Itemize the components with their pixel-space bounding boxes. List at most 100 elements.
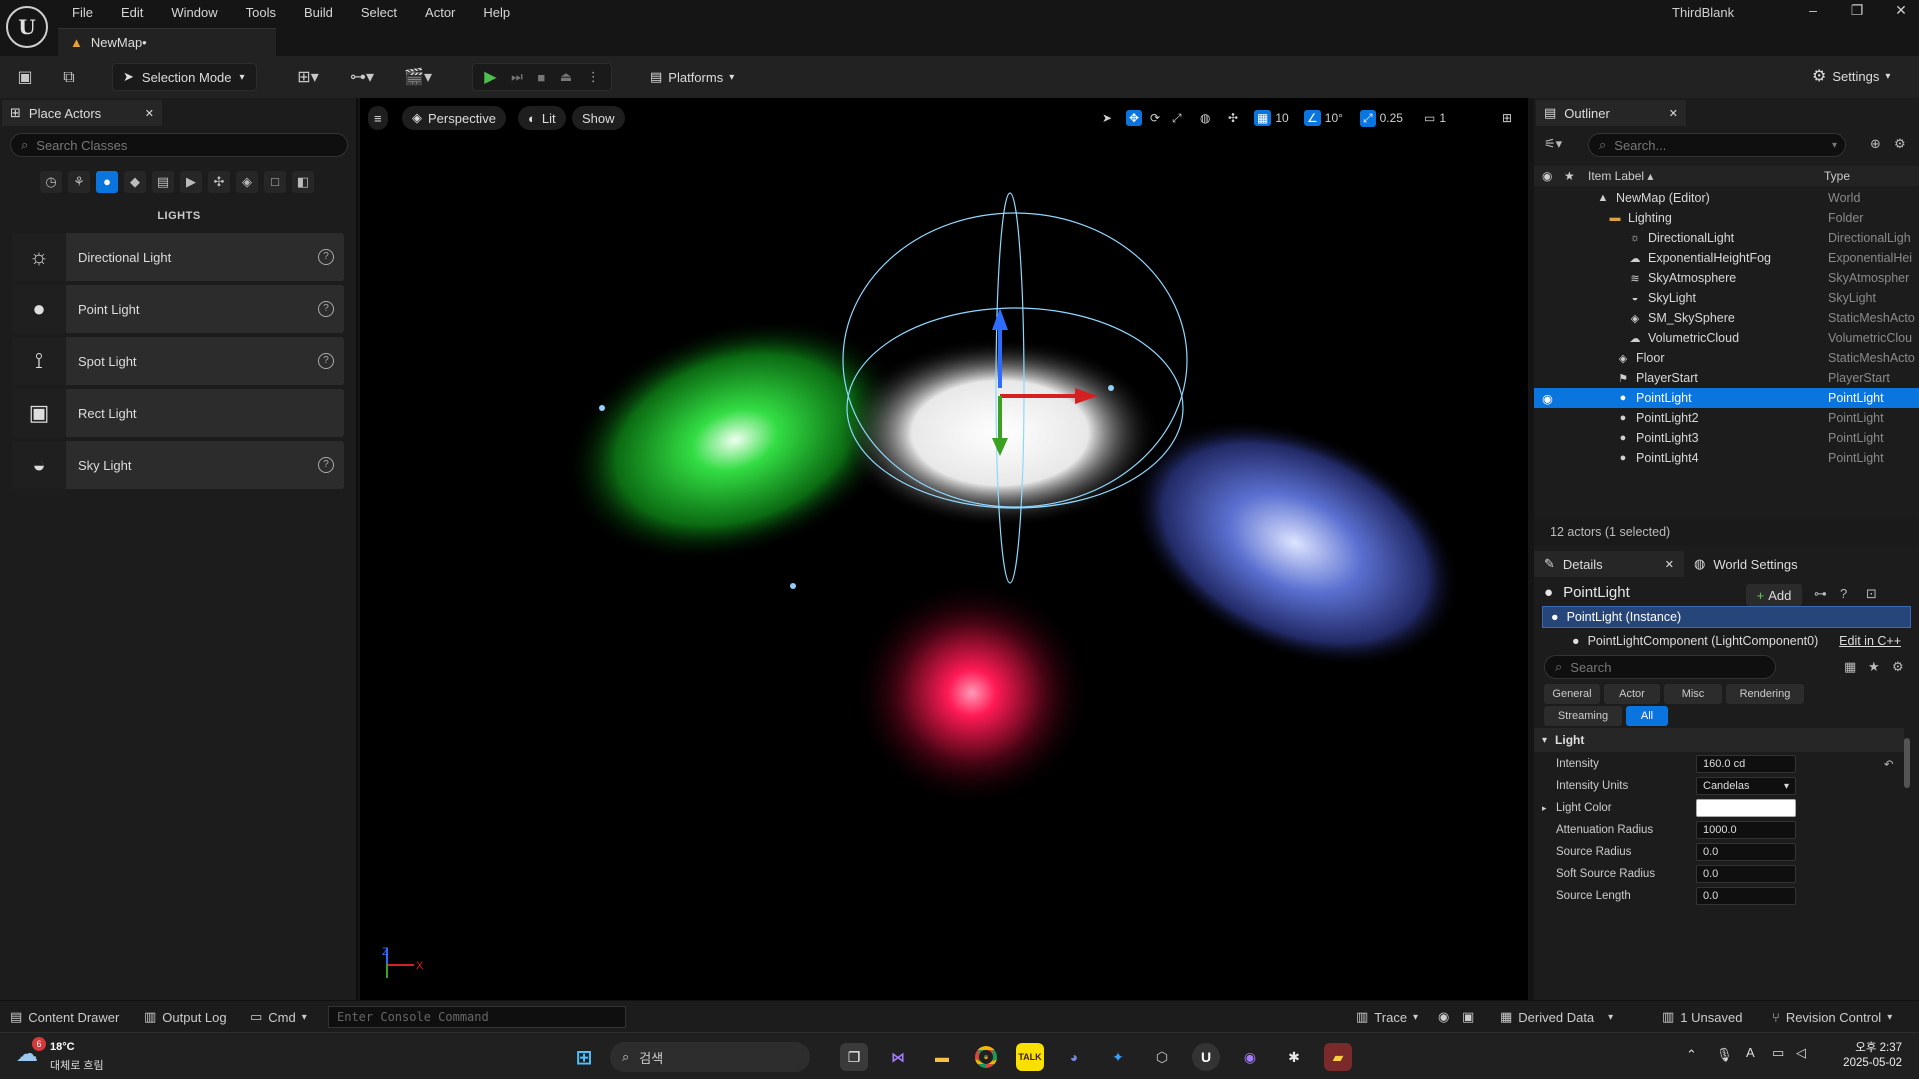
camera-speed-button[interactable]: ▭ 1 bbox=[1424, 108, 1446, 128]
geometry-icon[interactable]: ✣ bbox=[208, 171, 230, 193]
world-space-icon[interactable]: ◍ bbox=[1200, 108, 1210, 128]
world-settings-tab[interactable]: ◍ World Settings bbox=[1684, 551, 1808, 577]
chrome-icon[interactable] bbox=[972, 1043, 1000, 1071]
settings-dropdown[interactable]: ⚙ Settings ▾ bbox=[1812, 66, 1890, 86]
search-classes-input[interactable]: ⌕ Search Classes bbox=[10, 133, 348, 157]
perspective-dropdown[interactable]: ◈ Perspective bbox=[402, 106, 506, 130]
star-icon[interactable]: ★ bbox=[1868, 659, 1880, 675]
outliner-row[interactable]: ☼ DirectionalLight DirectionalLigh bbox=[1534, 228, 1919, 248]
ime-icon[interactable]: A bbox=[1746, 1045, 1755, 1060]
output-log-button[interactable]: ▥ Output Log bbox=[144, 1001, 227, 1033]
filter-misc-button[interactable]: Misc bbox=[1664, 684, 1722, 704]
blueprint-icon[interactable]: ⊶▾ bbox=[342, 65, 382, 91]
shapes-icon[interactable]: ◆ bbox=[124, 171, 146, 193]
tray-chevron-icon[interactable]: ⌃ bbox=[1686, 1047, 1697, 1063]
details-scrollbar[interactable] bbox=[1904, 738, 1910, 788]
save-icon[interactable]: ▣ bbox=[12, 65, 38, 91]
menu-build[interactable]: Build bbox=[290, 3, 347, 23]
rotate-tool-icon[interactable]: ⟳ bbox=[1150, 108, 1160, 128]
weather-widget[interactable]: ☁ 6 bbox=[16, 1037, 46, 1071]
unreal-engine-icon[interactable]: U bbox=[1192, 1043, 1220, 1071]
lock-icon[interactable]: ⊡ bbox=[1866, 586, 1877, 602]
close-tab-icon[interactable]: ✕ bbox=[1665, 558, 1674, 571]
more-options-icon[interactable]: ⋮ bbox=[587, 69, 600, 85]
actor-sky-light[interactable]: ◒ Sky Light ? bbox=[12, 441, 344, 489]
filter-rendering-button[interactable]: Rendering bbox=[1726, 684, 1804, 704]
volume-icon[interactable]: ◁ bbox=[1796, 1045, 1806, 1061]
menu-edit[interactable]: Edit bbox=[107, 3, 157, 23]
visibility-eye-icon[interactable]: ◉ bbox=[1542, 391, 1553, 406]
menu-help[interactable]: Help bbox=[469, 3, 524, 23]
close-tab-icon[interactable]: ✕ bbox=[145, 107, 154, 120]
actor-directional-light[interactable]: ☼ Directional Light ? bbox=[12, 233, 344, 281]
component-instance-row[interactable]: ● PointLight (Instance) bbox=[1542, 606, 1911, 628]
outliner-row[interactable]: ● PointLight3 PointLight bbox=[1534, 428, 1919, 448]
level-viewport[interactable]: ≡ ◈ Perspective ◐ Lit Show ➤ ✥ ⟳ ⤢ ◍ ✣ ▦… bbox=[360, 98, 1528, 1000]
expand-arrow-icon[interactable]: ▸ bbox=[1542, 803, 1547, 814]
console-command-input[interactable]: Enter Console Command bbox=[328, 1006, 626, 1028]
outliner-row[interactable]: ▬ Lighting Folder bbox=[1534, 208, 1919, 228]
content-drawer-button[interactable]: ▤ Content Drawer bbox=[10, 1001, 119, 1033]
platforms-dropdown[interactable]: ▤ Platforms ▾ bbox=[640, 63, 744, 91]
attenuation-radius-field[interactable]: 1000.0 bbox=[1696, 821, 1796, 839]
menu-actor[interactable]: Actor bbox=[411, 3, 469, 23]
revision-control-dropdown[interactable]: ⑂ Revision Control ▾ bbox=[1772, 1001, 1892, 1033]
step-icon[interactable]: ⏭ bbox=[511, 69, 523, 85]
add-component-button[interactable]: + Add bbox=[1746, 584, 1802, 606]
visual-effects-icon[interactable]: ▶ bbox=[180, 171, 202, 193]
scale-tool-icon[interactable]: ⤢ bbox=[1172, 108, 1182, 128]
play-icon[interactable]: ▶ bbox=[484, 67, 496, 87]
add-actor-icon[interactable]: ⊞▾ bbox=[288, 65, 328, 91]
derived-data-dropdown[interactable]: ▦ Derived Data ▾ bbox=[1500, 1001, 1613, 1033]
component-row[interactable]: ● PointLightComponent (LightComponent0) … bbox=[1542, 630, 1911, 652]
outliner-row-selected[interactable]: ◉ ● PointLight PointLight bbox=[1534, 388, 1919, 408]
clock-time[interactable]: 오후 2:37 bbox=[1836, 1039, 1902, 1055]
gear-icon[interactable]: ⚙ bbox=[1894, 136, 1906, 152]
translate-tool-icon[interactable]: ✥ bbox=[1126, 108, 1143, 128]
light-section-header[interactable]: ▾ Light bbox=[1534, 728, 1904, 752]
filter-streaming-button[interactable]: Streaming bbox=[1544, 706, 1622, 726]
help-icon[interactable]: ? bbox=[318, 457, 334, 473]
viewport-menu-button[interactable]: ≡ bbox=[368, 106, 388, 130]
cmd-dropdown[interactable]: ▭ Cmd ▾ bbox=[250, 1001, 307, 1033]
content-browser-icon[interactable]: ⧉ bbox=[56, 65, 82, 91]
intensity-field[interactable]: 160.0 cd bbox=[1696, 755, 1796, 773]
menu-select[interactable]: Select bbox=[347, 3, 411, 23]
details-tab[interactable]: ✎ Details ✕ bbox=[1534, 551, 1684, 577]
network-icon[interactable]: ▭ bbox=[1772, 1045, 1784, 1061]
selection-mode-dropdown[interactable]: ➤ Selection Mode ▾ bbox=[112, 63, 257, 91]
filter-actor-button[interactable]: Actor bbox=[1604, 684, 1660, 704]
taskbar-search[interactable]: ⌕ 검색 bbox=[610, 1042, 810, 1072]
outliner-search-input[interactable]: ⌕ Search... ▾ bbox=[1588, 133, 1846, 157]
cinematics-icon[interactable]: 🎬▾ bbox=[398, 65, 438, 91]
stop-icon[interactable]: ■ bbox=[537, 70, 545, 85]
filter-all-button[interactable]: All bbox=[1626, 706, 1668, 726]
restore-button[interactable]: ❐ bbox=[1842, 2, 1872, 22]
github-desktop-icon[interactable]: ◉ bbox=[1236, 1043, 1264, 1071]
intensity-units-select[interactable]: Candelas bbox=[1696, 777, 1796, 795]
cinematic-icon[interactable]: ▤ bbox=[152, 171, 174, 193]
source-radius-field[interactable]: 0.0 bbox=[1696, 843, 1796, 861]
layout-icon[interactable]: ⊞ bbox=[1502, 108, 1512, 128]
unreal-logo-icon[interactable]: U bbox=[6, 6, 48, 48]
light-color-swatch[interactable] bbox=[1696, 799, 1796, 817]
place-actors-tab[interactable]: ⊞ Place Actors ✕ bbox=[2, 100, 162, 126]
source-length-field[interactable]: 0.0 bbox=[1696, 887, 1796, 905]
screenshot-icon[interactable]: ▣ bbox=[1462, 1001, 1474, 1033]
record-icon[interactable]: ◉ bbox=[1438, 1001, 1449, 1033]
outliner-row[interactable]: ⚑ PlayerStart PlayerStart bbox=[1534, 368, 1919, 388]
blueprint-icon[interactable]: ⊶ bbox=[1814, 586, 1827, 602]
help-icon[interactable]: ? bbox=[318, 249, 334, 265]
outliner-row[interactable]: ● PointLight4 PointLight bbox=[1534, 448, 1919, 468]
outliner-tab[interactable]: ▤ Outliner ✕ bbox=[1536, 100, 1686, 126]
show-dropdown[interactable]: Show bbox=[572, 106, 625, 130]
map-tab[interactable]: ▲ NewMap• bbox=[58, 28, 276, 56]
outliner-row[interactable]: ◈ Floor StaticMeshActo bbox=[1534, 348, 1919, 368]
eject-icon[interactable]: ⏏ bbox=[560, 69, 572, 85]
minimize-button[interactable]: – bbox=[1798, 2, 1828, 22]
menu-window[interactable]: Window bbox=[157, 3, 231, 23]
close-tab-icon[interactable]: ✕ bbox=[1669, 107, 1678, 120]
rotation-snap-toggle[interactable]: ∠ 10° bbox=[1304, 108, 1343, 128]
edit-in-cpp-link[interactable]: Edit in C++ bbox=[1839, 634, 1901, 648]
menu-file[interactable]: File bbox=[58, 3, 107, 23]
